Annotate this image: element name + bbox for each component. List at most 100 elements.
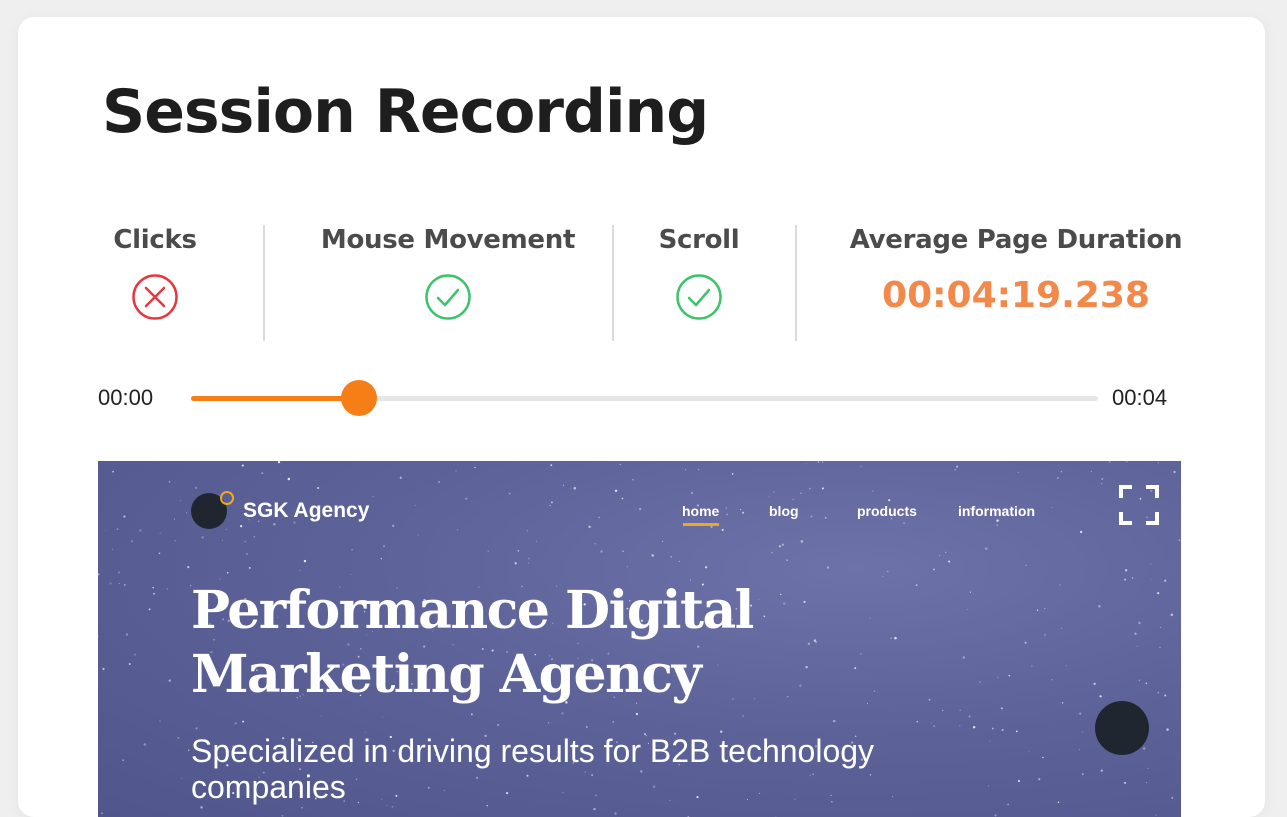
timeline-scrubber-handle[interactable]	[341, 380, 377, 416]
star	[1016, 730, 1018, 732]
star	[1139, 680, 1140, 681]
nav-item-information[interactable]: information	[958, 503, 1035, 519]
star	[954, 510, 955, 511]
star	[691, 492, 693, 494]
star	[732, 473, 734, 475]
star	[1082, 732, 1083, 733]
star	[888, 499, 890, 501]
star	[527, 530, 529, 532]
nav-item-products[interactable]: products	[857, 503, 917, 519]
star	[1124, 579, 1126, 581]
star	[1109, 461, 1111, 463]
check-circle-icon	[424, 273, 472, 321]
star	[800, 492, 802, 494]
star	[101, 812, 103, 814]
star	[551, 501, 553, 503]
star	[803, 601, 805, 603]
star	[1151, 563, 1152, 564]
stat-clicks-label: Clicks	[100, 225, 210, 255]
star	[1145, 682, 1147, 684]
star	[754, 698, 755, 699]
star	[392, 525, 394, 527]
star	[167, 588, 168, 589]
star	[123, 516, 125, 518]
star	[627, 566, 628, 567]
star	[382, 716, 383, 717]
star	[1124, 782, 1126, 784]
chat-bubble-icon[interactable]	[1095, 701, 1149, 755]
star	[810, 515, 812, 517]
star	[153, 593, 155, 595]
star	[916, 584, 918, 586]
stat-divider	[795, 225, 797, 341]
stat-divider	[612, 225, 614, 341]
star	[261, 472, 263, 474]
star	[973, 726, 975, 728]
star	[149, 608, 151, 610]
star	[1146, 782, 1147, 783]
star	[1171, 614, 1174, 617]
star	[833, 720, 835, 722]
star	[471, 713, 473, 715]
star	[1066, 665, 1067, 666]
check-circle-icon	[675, 273, 723, 321]
star	[685, 469, 686, 470]
stat-average-page-duration: Average Page Duration 00:04:19.238	[836, 225, 1196, 341]
star	[854, 667, 856, 669]
star	[1026, 565, 1027, 566]
star	[614, 812, 616, 814]
stat-scroll-label: Scroll	[638, 225, 760, 255]
star	[818, 461, 820, 463]
star	[990, 741, 991, 742]
star	[112, 471, 114, 473]
star	[117, 528, 119, 530]
star	[1138, 622, 1141, 625]
cursor-indicator-icon	[220, 491, 234, 505]
star	[1171, 797, 1173, 799]
star	[180, 500, 181, 501]
star	[722, 529, 724, 531]
star	[892, 796, 893, 797]
nav-item-home[interactable]: home	[682, 503, 719, 519]
recording-preview: SGK Agency home blog products informatio…	[98, 461, 1181, 817]
star	[181, 778, 182, 779]
star	[996, 524, 997, 525]
star	[169, 481, 170, 482]
star	[280, 474, 281, 475]
star	[586, 726, 587, 727]
star	[98, 636, 99, 638]
star	[595, 543, 596, 544]
star	[1101, 478, 1103, 480]
timeline-track[interactable]	[191, 396, 1098, 401]
star	[169, 679, 171, 681]
star	[822, 487, 824, 489]
star	[1157, 692, 1159, 694]
star	[588, 526, 590, 528]
star	[301, 807, 302, 808]
star	[786, 559, 788, 561]
star	[102, 668, 104, 670]
star	[933, 725, 935, 727]
star	[809, 488, 811, 490]
star	[438, 481, 440, 483]
star	[1148, 768, 1149, 769]
star	[894, 637, 897, 640]
star	[1125, 569, 1127, 571]
star	[488, 551, 489, 552]
star	[622, 498, 624, 500]
star	[1101, 770, 1103, 772]
star	[1024, 642, 1026, 644]
star	[278, 461, 280, 463]
timeline-progress-fill	[191, 396, 359, 401]
star	[639, 508, 641, 510]
star	[1031, 665, 1032, 666]
star	[1166, 728, 1168, 730]
star	[994, 814, 996, 816]
star	[615, 490, 617, 492]
fullscreen-icon[interactable]	[1117, 483, 1161, 527]
star	[970, 592, 971, 593]
star	[967, 609, 968, 610]
nav-item-blog[interactable]: blog	[769, 503, 799, 519]
star	[129, 663, 131, 665]
star	[1164, 579, 1166, 581]
